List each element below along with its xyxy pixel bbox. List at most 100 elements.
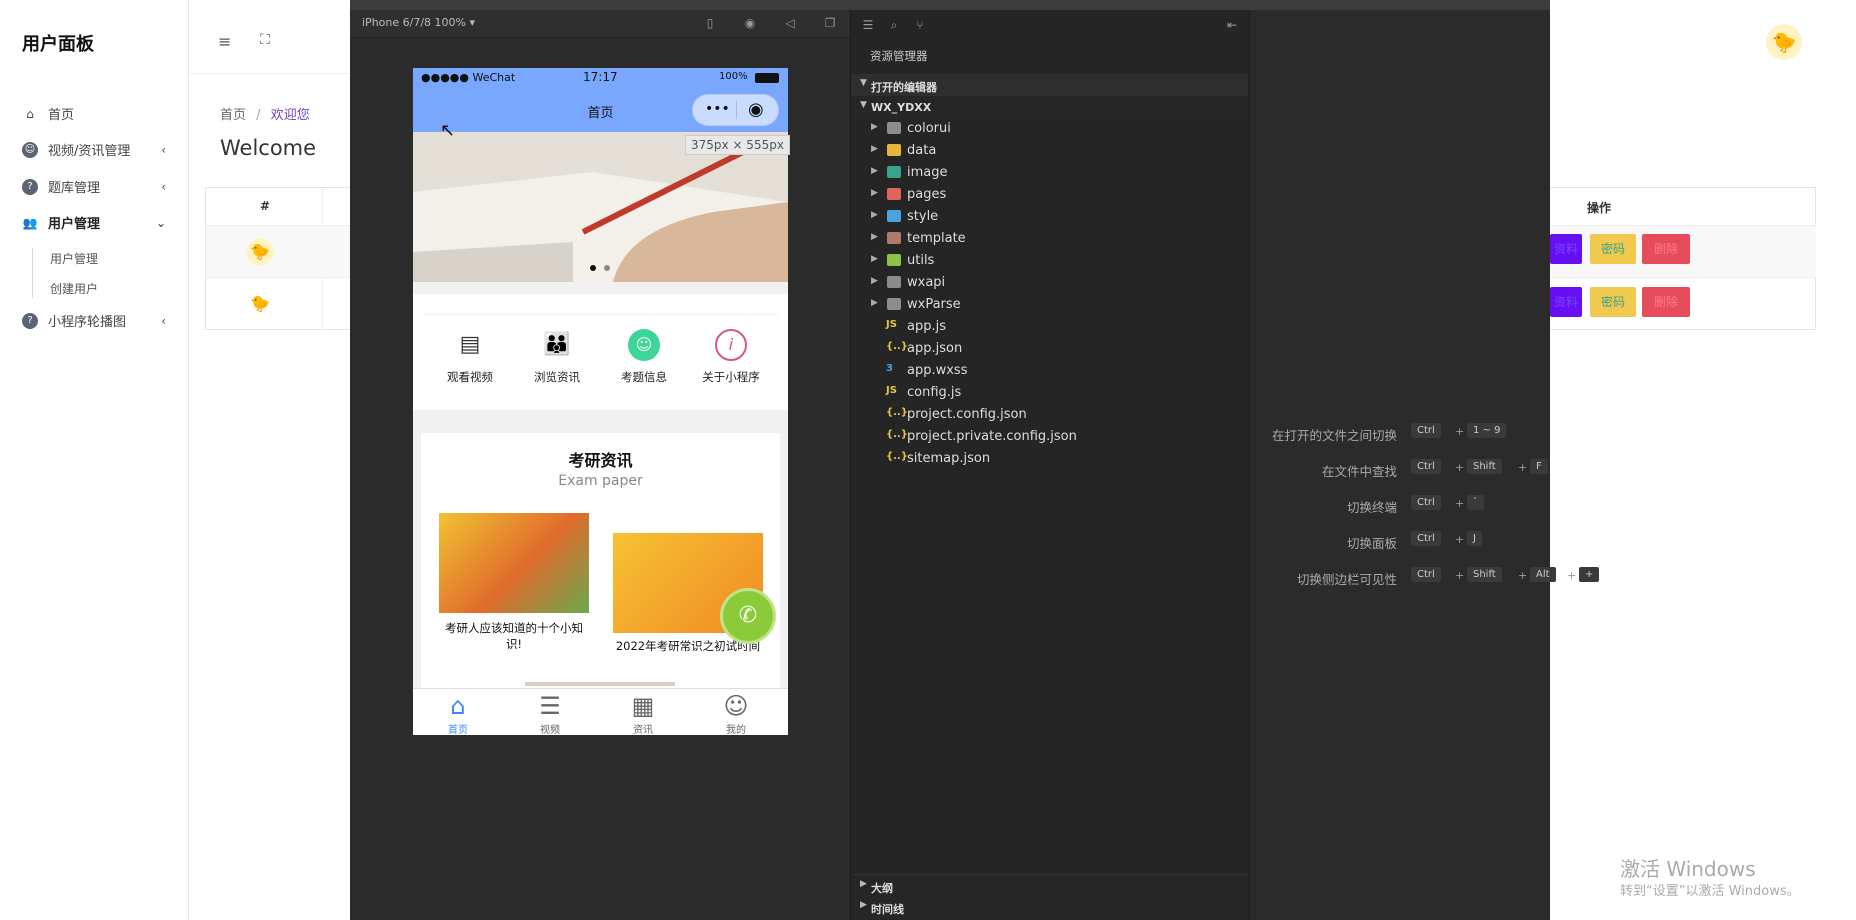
menu-label: 关于小程序 [702, 370, 760, 384]
tab-video[interactable]: ☰ 视频 [520, 691, 580, 735]
news-title: 考研资讯 [568, 451, 633, 470]
device-select[interactable]: iPhone 6/7/8 100% ▾ [362, 16, 475, 29]
menu-card: ▤ 观看视频 👪 浏览资讯 ☺ 考题信息 i 关于小程序 [413, 294, 788, 410]
branch-icon[interactable]: ⑂ [913, 18, 927, 32]
tab-mine[interactable]: ☺ 我的 [706, 691, 766, 735]
chevron-right-icon: ▶ [871, 298, 878, 308]
key-cap: Ctrl [1411, 567, 1441, 582]
file-row[interactable]: {..} sitemap.json [851, 448, 1248, 470]
file-row[interactable]: {..} app.json [851, 338, 1248, 360]
more-icon[interactable]: ••• [705, 101, 730, 117]
password-button[interactable]: 密码 [1590, 287, 1636, 317]
folder-row[interactable]: ▶ template [851, 228, 1248, 250]
window-icon[interactable]: ❐ [823, 16, 837, 30]
menu-about[interactable]: i 关于小程序 [691, 329, 771, 385]
chevron-left-icon: ‹ [161, 179, 166, 194]
profile-button[interactable]: 资料 [1550, 287, 1582, 317]
menu-browse-news[interactable]: 👪 浏览资讯 [517, 329, 597, 385]
file-name: app.json [907, 341, 963, 356]
folder-icon [887, 276, 901, 288]
menu-label: 浏览资讯 [534, 370, 580, 384]
sidebar-subitem-create-user[interactable]: 创建用户 [50, 280, 98, 297]
json-file-icon: {..} [886, 451, 908, 462]
user-avatar[interactable]: 🐤 [1766, 24, 1802, 60]
folder-row[interactable]: ▶ pages [851, 184, 1248, 206]
explorer-toolbar: ☰ ⌕ ⑂ ⇤ [851, 10, 1249, 38]
folder-row[interactable]: ▶ wxParse [851, 294, 1248, 316]
timeline-section[interactable]: ▶ 时间线 [851, 896, 1248, 918]
chevron-right-icon: ▶ [871, 144, 878, 154]
tab-label: 资讯 [633, 725, 653, 735]
sidebar-item-users[interactable]: 👥 用户管理 ⌄ [22, 213, 166, 233]
folder-row[interactable]: ▶ style [851, 206, 1248, 228]
folder-icon [887, 188, 901, 200]
json-file-icon: {..} [886, 341, 908, 352]
folder-row[interactable]: ▶ wxapi [851, 272, 1248, 294]
project-section[interactable]: ▼ WX_YDXX [851, 96, 1248, 118]
menu-toggle-icon[interactable]: ≡ [218, 32, 231, 51]
sidebar-item-question-bank[interactable]: ? 题库管理 ‹ [22, 177, 166, 196]
outline-section[interactable]: ▶ 大纲 [851, 874, 1248, 896]
folder-icon [887, 254, 901, 266]
delete-button[interactable]: 删除 [1642, 287, 1690, 317]
breadcrumb-home[interactable]: 首页 [220, 108, 246, 123]
collapse-panel-icon[interactable]: ⇤ [1225, 18, 1239, 32]
tab-news[interactable]: ▦ 资讯 [613, 691, 673, 735]
search-icon[interactable]: ⌕ [887, 18, 901, 32]
chevron-right-icon: ▶ [860, 900, 867, 910]
fullscreen-icon[interactable]: ⛶ [260, 32, 270, 48]
capsule-divider [736, 101, 737, 119]
sidebar-item-label: 用户管理 [48, 217, 101, 232]
devtools-titlebar [350, 0, 1550, 10]
profile-button[interactable]: 资料 [1550, 234, 1582, 264]
chevron-down-icon: ▼ [860, 100, 867, 110]
volume-icon[interactable]: ◁ [783, 16, 797, 30]
folder-row[interactable]: ▶ image [851, 162, 1248, 184]
folder-row[interactable]: ▶ data [851, 140, 1248, 162]
sidebar-item-carousel[interactable]: ? 小程序轮播图 ‹ [22, 311, 166, 330]
news-caption[interactable]: 考研人应该知道的十个小知识! [439, 620, 589, 652]
home-icon: ⌂ [26, 106, 34, 121]
file-row[interactable]: {..} project.config.json [851, 404, 1248, 426]
shortcut-hint: 切换终端 Ctrl + ` [1249, 494, 1649, 516]
news-image[interactable] [439, 513, 589, 613]
close-target-icon[interactable]: ◉ [748, 99, 764, 120]
menu-exam-info[interactable]: ☺ 考题信息 [604, 329, 684, 385]
shortcut-hint: 在文件中查找 Ctrl + Shift + F [1249, 458, 1649, 480]
file-name: project.config.json [907, 407, 1027, 422]
capsule-menu[interactable]: ••• ◉ [692, 94, 779, 126]
delete-button[interactable]: 删除 [1642, 234, 1690, 264]
file-name: pages [907, 187, 947, 202]
open-editors-section[interactable]: ▼ 打开的编辑器 [851, 74, 1248, 96]
sidebar-item-video-news[interactable]: ☺ 视频/资讯管理 ‹ [22, 140, 166, 159]
plus-sign: + [1518, 461, 1528, 474]
json-file-icon: {..} [886, 429, 908, 440]
file-name: config.js [907, 385, 962, 400]
scroll-indicator [525, 682, 675, 686]
file-row[interactable]: JS config.js [851, 382, 1248, 404]
folder-icon [887, 122, 901, 134]
file-name: wxapi [907, 275, 946, 290]
file-row[interactable]: 3 app.wxss [851, 360, 1248, 382]
sidebar-item-home[interactable]: ⌂ 首页 [22, 104, 162, 124]
tab-home[interactable]: ⌂ 首页 [428, 691, 488, 735]
ops-header-cell: 操作 [1550, 188, 1816, 226]
file-row[interactable]: {..} project.private.config.json [851, 426, 1248, 448]
user-circle-icon: ☺ [628, 329, 660, 361]
folder-row[interactable]: ▶ colorui [851, 118, 1248, 140]
breadcrumb-current: 欢迎您 [270, 108, 310, 123]
record-icon[interactable]: ◉ [743, 16, 757, 30]
phone-call-icon[interactable]: ✆ [720, 588, 776, 644]
file-row[interactable]: JS app.js [851, 316, 1248, 338]
chevron-right-icon: ▶ [871, 188, 878, 198]
folder-row[interactable]: ▶ utils [851, 250, 1248, 272]
file-name: project.private.config.json [907, 429, 1077, 444]
password-button[interactable]: 密码 [1590, 234, 1636, 264]
chevron-right-icon: ▶ [860, 879, 867, 889]
home-icon: ⌂ [450, 692, 466, 720]
phone-icon[interactable]: ▯ [703, 16, 717, 30]
sidebar-subitem-user-manage[interactable]: 用户管理 [50, 250, 98, 267]
list-icon[interactable]: ☰ [861, 18, 875, 32]
phone-status-bar: ●●●●● WeChat 17:17 100% [413, 68, 788, 88]
menu-watch-video[interactable]: ▤ 观看视频 [430, 329, 510, 385]
